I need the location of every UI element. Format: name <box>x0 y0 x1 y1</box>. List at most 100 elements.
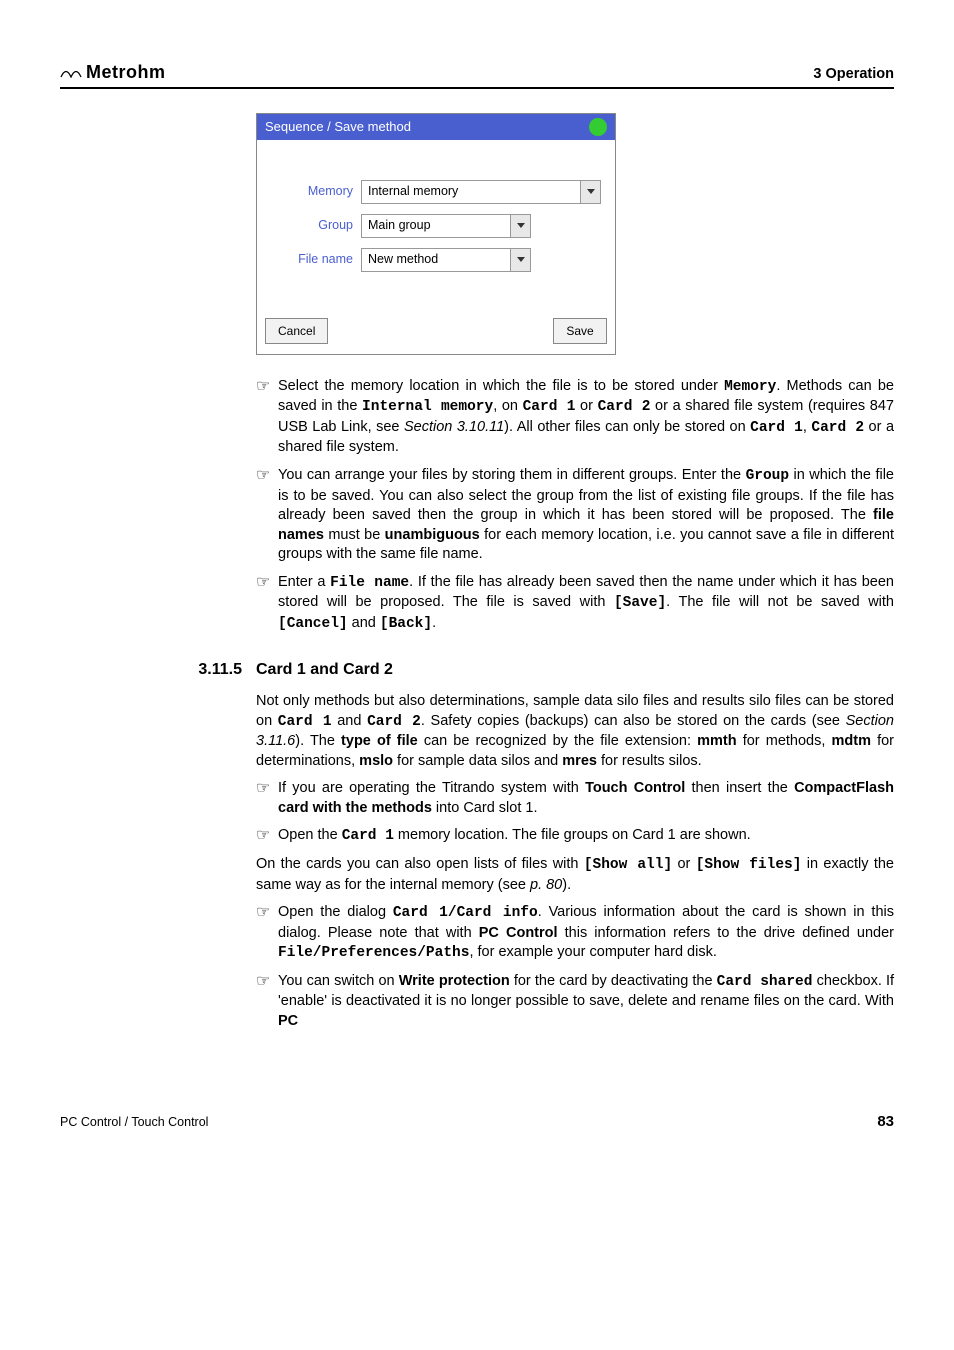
instruction-list-2: ☞ If you are operating the Titrando syst… <box>256 779 894 847</box>
hand-point-icon: ☞ <box>256 779 278 818</box>
t: memory location. The file groups on Card… <box>394 827 751 843</box>
chevron-down-icon[interactable] <box>510 249 530 271</box>
memory-select[interactable]: Internal memory <box>361 180 601 204</box>
paragraph: Not only methods but also determinations… <box>256 692 894 771</box>
t: for the card by deactivating the <box>510 973 717 989</box>
dialog-row-filename: File name New method <box>271 248 601 272</box>
metrohm-logo-icon <box>60 60 82 84</box>
t: Card 1 <box>750 420 803 436</box>
t: mdtm <box>832 733 871 749</box>
dialog-row-group: Group Main group <box>271 214 601 238</box>
t: for sample data silos and <box>393 753 562 769</box>
list-item: ☞ Open the dialog Card 1/Card info. Vari… <box>256 903 894 964</box>
t: Card 2 <box>367 714 421 730</box>
t: and <box>348 615 380 631</box>
dialog-footer: Cancel Save <box>257 312 615 354</box>
field-label: Group <box>271 217 361 234</box>
t: . The file will not be saved with <box>666 594 894 610</box>
dialog-title-text: Sequence / Save method <box>265 118 411 136</box>
brand-block: Metrohm <box>60 60 166 84</box>
t: ). <box>562 877 571 893</box>
t: Section 3.10.11 <box>404 419 504 435</box>
section-title: Card 1 and Card 2 <box>256 659 393 681</box>
t: [Show all] <box>584 857 672 873</box>
section-number: 3.11.5 <box>60 659 242 681</box>
page-header: Metrohm 3 Operation <box>60 60 894 89</box>
brand-text: Metrohm <box>86 60 166 84</box>
t: [Show files] <box>696 857 802 873</box>
filename-select[interactable]: New method <box>361 248 531 272</box>
field-value: New method <box>362 251 510 268</box>
hand-point-icon: ☞ <box>256 826 278 847</box>
section-heading: 3.11.5 Card 1 and Card 2 <box>60 659 894 681</box>
t: Open the <box>278 827 342 843</box>
field-value: Main group <box>362 217 510 234</box>
page-footer: PC Control / Touch Control 83 <box>60 1112 894 1132</box>
t: unambiguous <box>385 527 480 543</box>
t: File name <box>330 575 409 591</box>
t: Enter a <box>278 574 330 590</box>
field-label: File name <box>271 251 361 268</box>
t: mres <box>562 753 597 769</box>
dialog-body: Memory Internal memory Group Main group … <box>257 140 615 312</box>
t: p. 80 <box>530 877 562 893</box>
save-method-dialog: Sequence / Save method Memory Internal m… <box>256 113 616 355</box>
list-item: ☞ Select the memory location in which th… <box>256 377 894 458</box>
list-item: ☞ You can arrange your files by storing … <box>256 466 894 565</box>
section-label: 3 Operation <box>813 65 894 85</box>
t: , on <box>493 398 522 414</box>
t: Card shared <box>717 974 813 990</box>
t: . <box>432 615 436 631</box>
list-item: ☞ Enter a File name. If the file has alr… <box>256 573 894 635</box>
paragraph: On the cards you can also open lists of … <box>256 855 894 895</box>
t: . Safety copies (backups) can also be st… <box>421 713 846 729</box>
footer-left: PC Control / Touch Control <box>60 1114 208 1131</box>
t: this information refers to the drive def… <box>558 925 894 941</box>
hand-point-icon: ☞ <box>256 903 278 964</box>
t: Internal memory <box>362 399 493 415</box>
t: On the cards you can also open lists of … <box>256 856 584 872</box>
t: or <box>672 856 696 872</box>
page-number: 83 <box>877 1112 894 1132</box>
t: ). The <box>295 733 341 749</box>
t: can be recognized by the file extension: <box>418 733 697 749</box>
hand-point-icon: ☞ <box>256 466 278 565</box>
chevron-down-icon[interactable] <box>510 215 530 237</box>
t: into Card slot 1. <box>432 800 538 816</box>
t: Card 1/Card info <box>393 905 538 921</box>
t: Memory <box>724 379 776 395</box>
t: ). All other files can only be stored on <box>504 419 750 435</box>
t: type of file <box>341 733 418 749</box>
save-button[interactable]: Save <box>553 318 607 344</box>
help-icon[interactable] <box>589 118 607 136</box>
t: Touch Control <box>585 780 685 796</box>
dialog-row-memory: Memory Internal memory <box>271 180 601 204</box>
t: for results silos. <box>597 753 702 769</box>
list-item: ☞ You can switch on Write protection for… <box>256 972 894 1032</box>
chevron-down-icon[interactable] <box>580 181 600 203</box>
t: Open the dialog <box>278 904 393 920</box>
t: File/Preferences/Paths <box>278 945 469 961</box>
t: Select the memory location in which the … <box>278 378 724 394</box>
t: Card 2 <box>598 399 651 415</box>
t: [Cancel] <box>278 616 348 632</box>
t: Card 2 <box>811 420 864 436</box>
instruction-list-1: ☞ Select the memory location in which th… <box>256 377 894 635</box>
t: PC <box>278 1013 298 1029</box>
list-item: ☞ Open the Card 1 memory location. The f… <box>256 826 894 847</box>
t: You can arrange your files by storing th… <box>278 467 746 483</box>
instruction-list-3: ☞ Open the dialog Card 1/Card info. Vari… <box>256 903 894 1031</box>
hand-point-icon: ☞ <box>256 573 278 635</box>
t: Card 1 <box>342 828 394 844</box>
field-value: Internal memory <box>362 183 580 200</box>
group-select[interactable]: Main group <box>361 214 531 238</box>
t: , for example your computer hard disk. <box>469 944 716 960</box>
t: Card 1 <box>523 399 576 415</box>
t: You can switch on <box>278 973 399 989</box>
list-item: ☞ If you are operating the Titrando syst… <box>256 779 894 818</box>
t: Write protection <box>399 973 510 989</box>
t: PC Control <box>479 925 558 941</box>
t: If you are operating the Titrando system… <box>278 780 585 796</box>
field-label: Memory <box>271 183 361 200</box>
cancel-button[interactable]: Cancel <box>265 318 328 344</box>
